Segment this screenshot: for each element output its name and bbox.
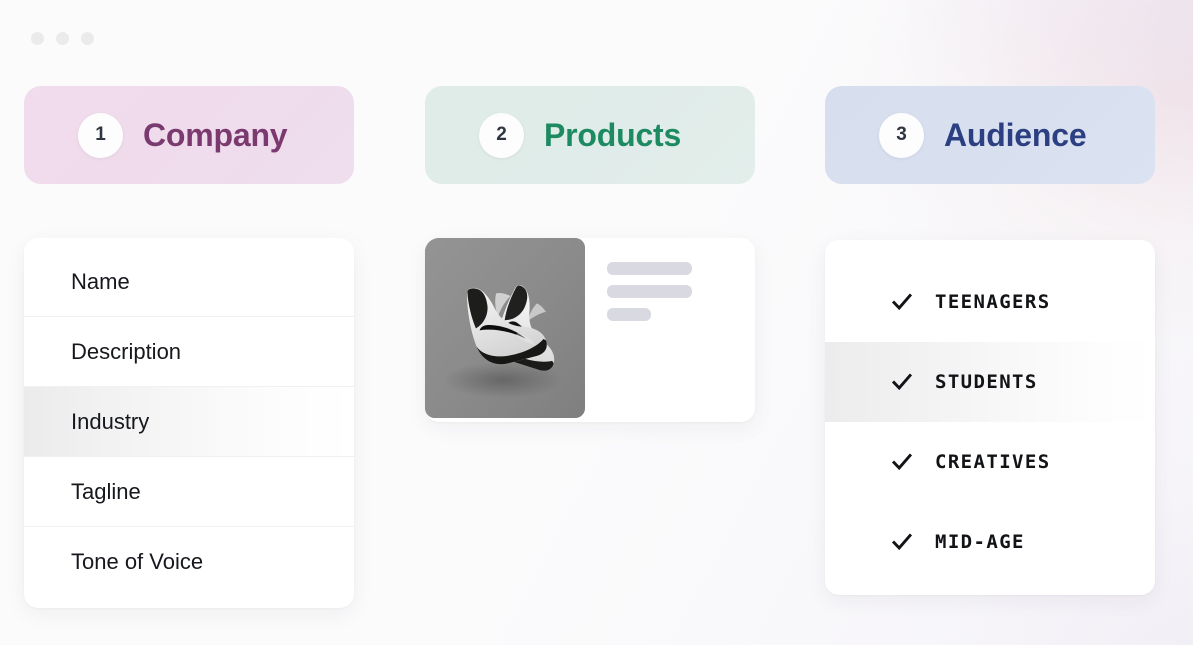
app-canvas: 1 Company 2 Products 3 Audience Name Des… — [0, 0, 1193, 645]
step-header-products[interactable]: 2 Products — [425, 86, 755, 184]
step-header-audience[interactable]: 3 Audience — [825, 86, 1155, 184]
field-label-description: Description — [71, 338, 182, 364]
field-label-name: Name — [71, 268, 130, 294]
checkmark-icon — [891, 451, 913, 473]
product-text-placeholder — [585, 238, 692, 321]
step-number-badge-2: 2 — [479, 112, 524, 158]
step-title-company: Company — [143, 116, 288, 153]
company-fields-card: Name Description Industry Tagline Tone o… — [24, 238, 354, 608]
audience-label-teenagers: TEENAGERS — [935, 291, 1051, 313]
list-item[interactable]: Name — [24, 247, 354, 317]
checkmark-icon — [891, 531, 913, 553]
skeleton-line-1 — [607, 262, 692, 275]
field-label-tone-of-voice: Tone of Voice — [71, 549, 204, 574]
field-label-tagline: Tagline — [71, 478, 141, 504]
audience-card: TEENAGERS STUDENTS CREATIVES MID-AGE — [825, 240, 1155, 595]
product-thumbnail-image — [425, 238, 585, 418]
list-item[interactable]: Tagline — [24, 457, 354, 527]
list-item[interactable]: TEENAGERS — [825, 262, 1155, 342]
skeleton-line-2 — [607, 285, 692, 298]
checkmark-icon — [891, 371, 913, 393]
list-item[interactable]: MID-AGE — [825, 502, 1155, 582]
audience-label-students: STUDENTS — [935, 371, 1038, 393]
list-item-selected[interactable]: Industry — [24, 387, 354, 457]
checkmark-icon — [891, 291, 913, 313]
list-item-selected[interactable]: STUDENTS — [825, 342, 1155, 422]
list-item[interactable]: Tone of Voice — [24, 527, 354, 597]
field-label-industry: Industry — [71, 408, 150, 434]
step-number-badge-3: 3 — [879, 112, 924, 158]
list-item[interactable]: CREATIVES — [825, 422, 1155, 502]
products-card — [425, 238, 755, 422]
step-number-badge-1: 1 — [78, 112, 123, 158]
step-title-products: Products — [544, 116, 682, 153]
minimize-dot-icon[interactable] — [56, 32, 69, 45]
skeleton-line-3 — [607, 308, 651, 321]
step-title-audience: Audience — [944, 116, 1087, 153]
audience-label-creatives: CREATIVES — [935, 451, 1051, 473]
maximize-dot-icon[interactable] — [81, 32, 94, 45]
step-header-company[interactable]: 1 Company — [24, 86, 354, 184]
close-dot-icon[interactable] — [31, 32, 44, 45]
audience-label-mid-age: MID-AGE — [935, 531, 1025, 553]
window-controls — [31, 32, 94, 45]
list-item[interactable]: Description — [24, 317, 354, 387]
